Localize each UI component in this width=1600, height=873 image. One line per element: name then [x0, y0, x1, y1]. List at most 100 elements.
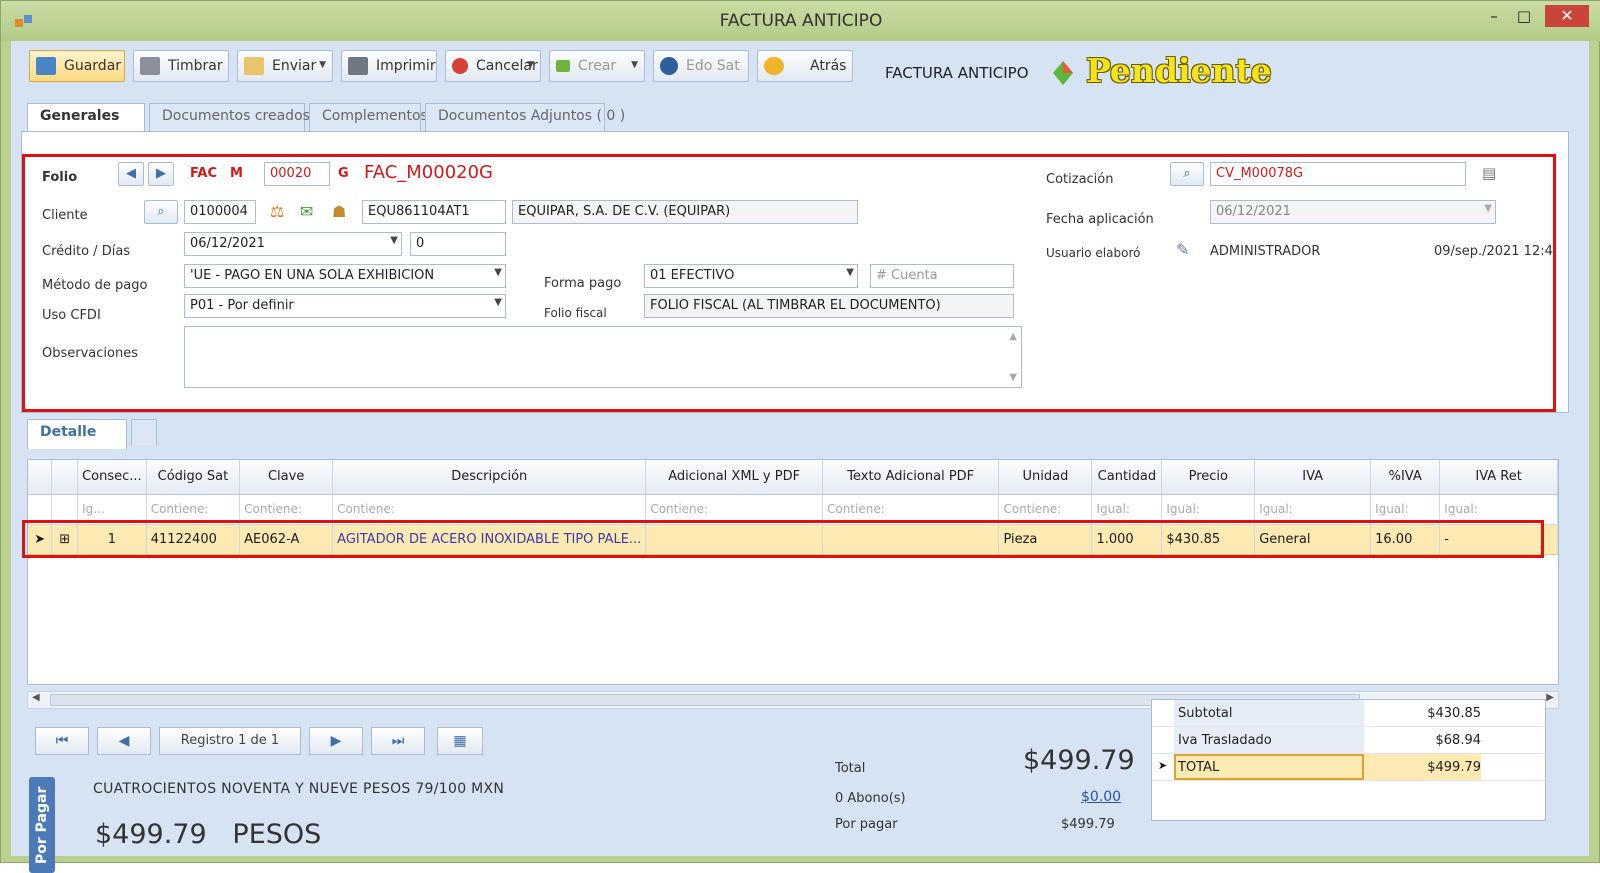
close-button[interactable]: ✕	[1545, 5, 1589, 27]
grid-header-adicional[interactable]: Adicional XML y PDF	[645, 460, 823, 495]
calendar-add-icon: ▦	[453, 733, 467, 749]
status-badge: Pendiente	[1086, 51, 1272, 90]
toolbar: Guardar Timbrar Enviar ▼ Imprimir Cancela…	[11, 41, 1589, 101]
observaciones-textarea[interactable]: ▲ ▼	[184, 326, 1022, 388]
forma-select[interactable]: 01 EFECTIVO ▼	[644, 264, 858, 288]
credito-dias[interactable]: 0	[410, 232, 506, 256]
totals-row-subtotal[interactable]: Subtotal $430.85	[1152, 700, 1545, 727]
scroll-up-icon[interactable]: ▲	[1009, 331, 1017, 342]
grid-header-texto-adicional[interactable]: Texto Adicional PDF	[822, 460, 1000, 495]
printer-icon	[348, 57, 368, 75]
grid-header-indicator	[28, 460, 53, 495]
tab-generales[interactable]: Generales	[27, 103, 145, 133]
chevron-down-icon[interactable]: ▼	[494, 297, 502, 308]
crear-button[interactable]: Crear ▼	[549, 50, 645, 82]
cliente-rfc[interactable]: EQU861104AT1	[362, 200, 506, 224]
credito-fecha[interactable]: 06/12/2021 ▼	[184, 232, 402, 256]
row-pointer-icon: ➤	[1158, 759, 1168, 772]
totals-row-iva[interactable]: Iva Trasladado $68.94	[1152, 727, 1545, 754]
detalle-grid: Consec... Código Sat Clave Descripción A…	[22, 459, 1559, 685]
contact-icon[interactable]: ☗	[332, 202, 346, 221]
maximize-button[interactable]: □	[1509, 7, 1539, 29]
last-record-button[interactable]: ⏭	[371, 727, 425, 755]
tab-extra[interactable]	[131, 419, 157, 445]
atras-button[interactable]: Atrás	[757, 50, 853, 82]
prev-record-button[interactable]: ◀	[97, 727, 151, 755]
total-label: Total	[835, 761, 866, 776]
usuario-value: ADMINISTRADOR	[1210, 244, 1321, 259]
grid-header-pct-iva[interactable]: %IVA	[1370, 460, 1441, 495]
folio-letra[interactable]: M	[224, 162, 260, 186]
search-cotizacion-button[interactable]: ⌕	[1170, 162, 1204, 186]
guardar-button[interactable]: Guardar	[29, 50, 125, 82]
folio-fiscal-label: Folio fiscal	[544, 306, 607, 320]
folio-fiscal-value: FOLIO FISCAL (AL TIMBRAR EL DOCUMENTO)	[644, 294, 1014, 318]
grid-header-expand	[51, 460, 79, 495]
cancel-icon	[452, 58, 468, 74]
grid-header-precio[interactable]: Precio	[1161, 460, 1256, 495]
add-record-button[interactable]: ▦	[437, 727, 483, 755]
scroll-down-icon[interactable]: ▼	[1009, 372, 1017, 383]
enviar-button[interactable]: Enviar ▼	[237, 50, 333, 82]
chevron-down-icon[interactable]: ▼	[390, 235, 398, 246]
generales-panel: Folio ◀ ▶ FAC M 00020 G FAC_M00020G Clie…	[21, 131, 1569, 413]
metodo-select[interactable]: 'UE - PAGO EN UNA SOLA EXHIBICION ▼	[184, 264, 506, 288]
first-record-button[interactable]: ⏮	[35, 727, 89, 755]
tab-detalle[interactable]: Detalle	[27, 419, 127, 449]
totals-row-total[interactable]: ➤ TOTAL $499.79	[1152, 754, 1545, 781]
first-icon: ⏮	[55, 733, 69, 749]
next-record-button[interactable]: ▶	[309, 727, 363, 755]
big-amount: $499.79 PESOS	[95, 819, 322, 850]
minimize-button[interactable]: –	[1479, 7, 1509, 29]
search-cliente-button[interactable]: ⌕	[144, 200, 178, 224]
credito-label: Crédito / Días	[42, 244, 131, 259]
cancelar-button[interactable]: Cancelar ▼	[445, 50, 541, 82]
next-icon: ▶	[330, 733, 342, 749]
subtotal-label: Subtotal	[1178, 706, 1233, 721]
total-value: $499.79	[1023, 745, 1135, 776]
folio-serie[interactable]: FAC	[184, 162, 220, 186]
cotizacion-input[interactable]: CV_M00078G	[1210, 162, 1466, 186]
grid-header-descripcion[interactable]: Descripción	[332, 460, 647, 495]
subtotal-value: $430.85	[1427, 706, 1481, 721]
tab-documentos-adjuntos[interactable]: Documentos Adjuntos ( 0 )	[425, 103, 625, 131]
scroll-right-icon[interactable]: ▶	[1546, 692, 1554, 703]
cliente-label: Cliente	[42, 208, 88, 223]
chevron-down-icon: ▼	[319, 60, 326, 70]
uso-label: Uso CFDI	[42, 308, 101, 323]
balance-icon[interactable]: ⚖	[270, 202, 284, 221]
grid-header-iva[interactable]: IVA	[1254, 460, 1372, 495]
timbrar-button[interactable]: Timbrar	[133, 50, 229, 82]
arrow-right-icon	[556, 60, 570, 72]
abonos-link[interactable]: $0.00	[1081, 789, 1121, 805]
last-icon: ⏭	[391, 733, 405, 749]
edo-sat-button[interactable]: Edo Sat	[653, 50, 749, 82]
tab-documentos-creados[interactable]: Documentos creados	[149, 103, 310, 131]
next-folio-button[interactable]: ▶	[148, 162, 174, 186]
document-icon[interactable]: ▤	[1482, 164, 1496, 182]
mail-icon[interactable]: ✉	[300, 202, 313, 221]
chevron-down-icon[interactable]: ▼	[494, 267, 502, 278]
scroll-left-icon[interactable]: ◀	[32, 692, 40, 703]
tab-complementos[interactable]: Complementos	[309, 103, 428, 131]
totals-summary: Subtotal $430.85 Iva Trasladado $68.94 ➤ TO…	[1151, 699, 1546, 821]
uso-select[interactable]: P01 - Por definir ▼	[184, 294, 506, 318]
fecha-aplicacion-input: 06/12/2021 ▼	[1210, 200, 1496, 224]
cuenta-input[interactable]: # Cuenta	[870, 264, 1014, 288]
iva-label: Iva Trasladado	[1178, 733, 1272, 748]
prev-folio-button[interactable]: ◀	[118, 162, 144, 186]
grid-header-unidad[interactable]: Unidad	[998, 460, 1093, 495]
imprimir-button[interactable]: Imprimir	[341, 50, 437, 82]
grid-header-iva-ret[interactable]: IVA Ret	[1439, 460, 1558, 495]
grid-header-clave[interactable]: Clave	[239, 460, 334, 495]
cliente-codigo[interactable]: 0100004	[184, 200, 256, 224]
chevron-down-icon: ▼	[631, 60, 638, 70]
grid-header-cantidad[interactable]: Cantidad	[1091, 460, 1163, 495]
search-icon: ⌕	[1183, 166, 1191, 181]
envelope-icon	[244, 57, 264, 75]
abonos-label: 0 Abono(s)	[835, 791, 906, 806]
folio-numero[interactable]: 00020	[264, 162, 330, 186]
grid-header-codigo-sat[interactable]: Código Sat	[146, 460, 241, 495]
grid-header-consec[interactable]: Consec...	[77, 460, 147, 495]
chevron-down-icon[interactable]: ▼	[846, 267, 854, 278]
